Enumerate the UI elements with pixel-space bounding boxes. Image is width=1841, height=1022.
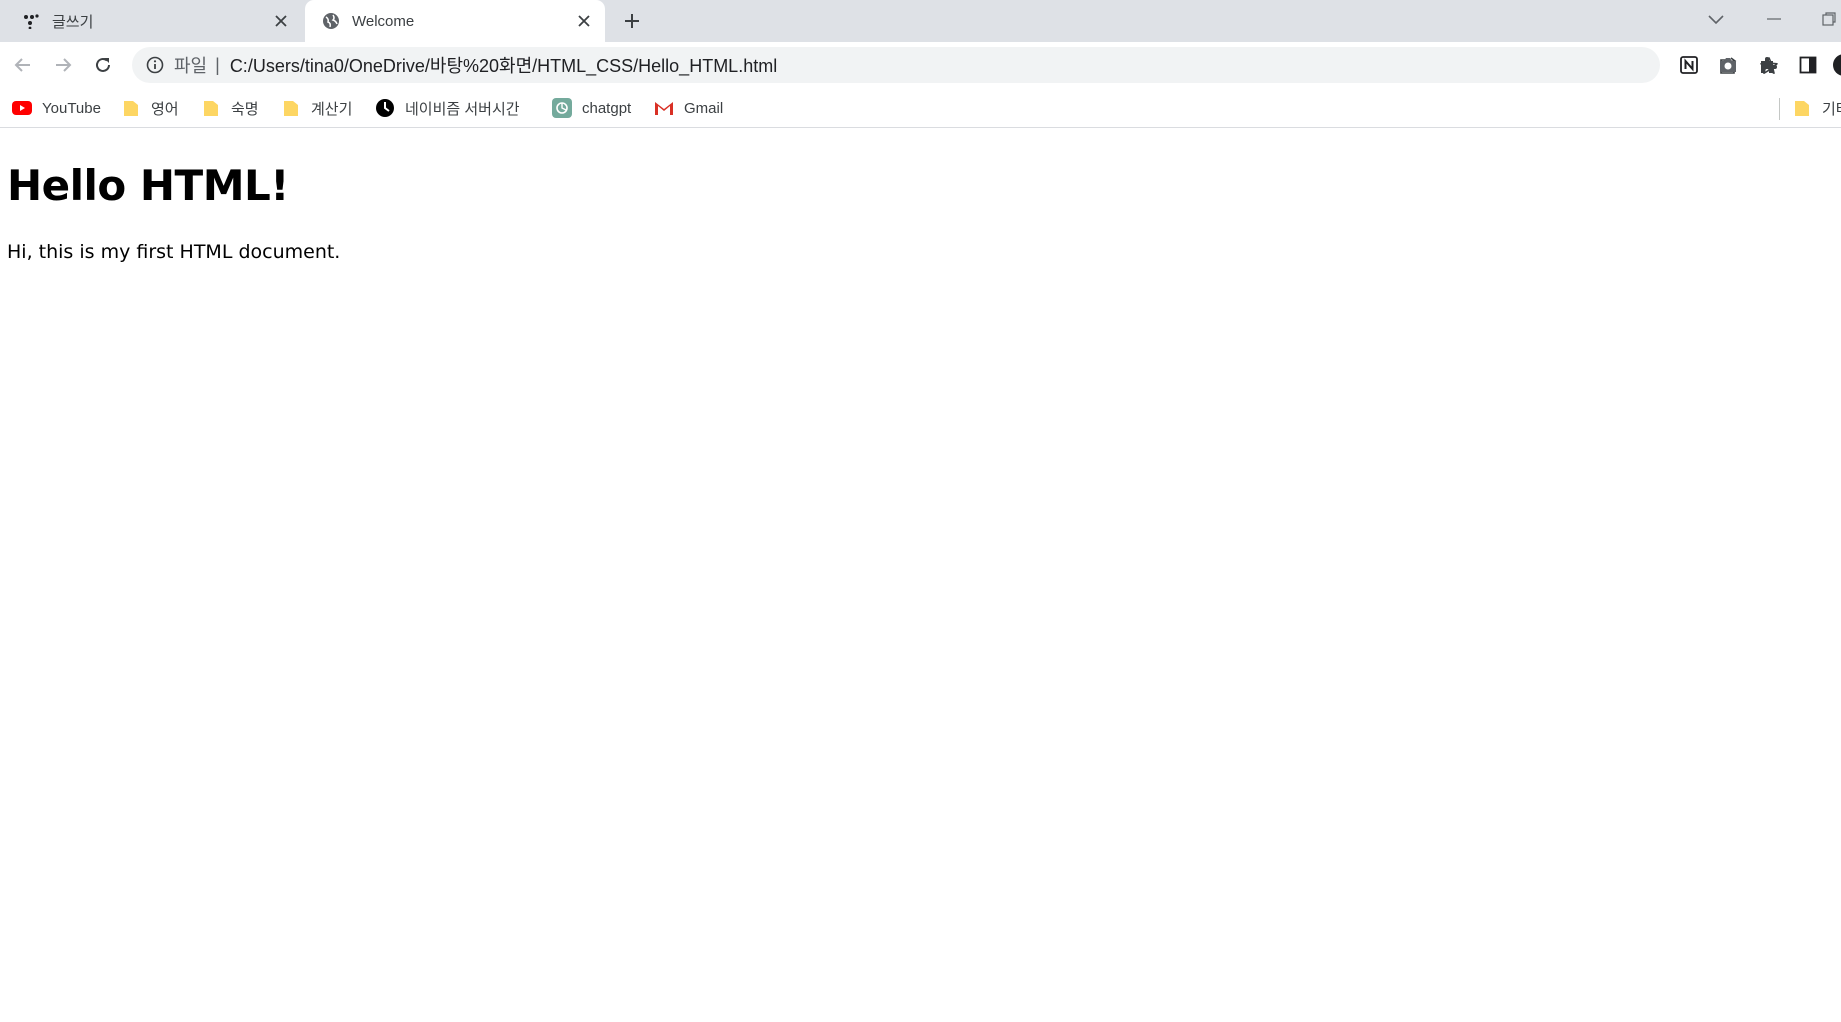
notion-icon [1680, 56, 1698, 74]
new-tab-button[interactable] [619, 8, 645, 34]
profile-avatar[interactable] [1832, 53, 1841, 77]
page-paragraph: Hi, this is my first HTML document. [7, 241, 341, 263]
close-icon [578, 15, 590, 27]
screenshot-extension-button[interactable] [1716, 53, 1740, 77]
bookmark-server-time[interactable]: 네이비즘 서버시간 [375, 94, 520, 122]
url-scheme-label: 파일 [174, 56, 208, 76]
gmail-icon [654, 98, 674, 118]
bookmark-youtube[interactable]: YouTube [12, 94, 101, 122]
folder-icon [201, 98, 221, 118]
bookmark-folder-other[interactable]: 기타 [1792, 94, 1841, 122]
reload-icon [96, 57, 110, 72]
folder-icon [281, 98, 301, 118]
globe-icon [322, 12, 340, 30]
clock-icon [375, 98, 395, 118]
camera-icon [1720, 58, 1736, 72]
plus-icon [625, 14, 639, 28]
close-tab-button[interactable] [573, 10, 595, 32]
bookmarks-divider [1779, 98, 1780, 120]
tab-title: Welcome [352, 12, 415, 30]
forward-button[interactable] [48, 50, 78, 80]
close-icon [275, 15, 287, 27]
bookmark-chatgpt[interactable]: chatgpt [552, 94, 631, 122]
url-separator: | [215, 54, 220, 75]
bookmark-label: 기타 [1822, 100, 1841, 118]
bookmark-label: 영어 [151, 100, 179, 118]
app-dots-icon [22, 12, 40, 30]
page-viewport: Hello HTML! Hi, this is my first HTML do… [0, 129, 1841, 1022]
bookmark-label: 계산기 [311, 100, 353, 118]
folder-icon [121, 98, 141, 118]
bookmark-folder-sookmyung[interactable]: 숙명 [201, 94, 259, 122]
extensions-button[interactable] [1756, 53, 1780, 77]
notion-extension-button[interactable] [1677, 53, 1701, 77]
close-tab-button[interactable] [270, 10, 292, 32]
restore-window-button[interactable] [1816, 6, 1841, 32]
bookmark-label: 네이비즘 서버시간 [405, 100, 520, 118]
folder-icon [1792, 98, 1812, 118]
tab-title: 글쓰기 [52, 13, 94, 31]
minimize-window-button[interactable] [1760, 6, 1788, 32]
page-heading: Hello HTML! [7, 161, 289, 210]
chatgpt-icon [552, 98, 572, 118]
chevron-down-icon [1708, 15, 1724, 25]
bookmark-gmail[interactable]: Gmail [654, 94, 723, 122]
info-icon[interactable] [144, 54, 166, 76]
youtube-icon [12, 98, 32, 118]
bookmark-label: 숙명 [231, 100, 259, 118]
restore-icon [1821, 12, 1836, 26]
minimize-icon [1767, 18, 1781, 20]
back-button[interactable] [8, 50, 38, 80]
side-panel-icon [1799, 56, 1817, 74]
url-text[interactable]: C:/Users/tina0/OneDrive/바탕%20화면/HTML_CSS… [230, 52, 777, 78]
tab-strip: 글쓰기 Welcome [0, 0, 1841, 42]
browser-toolbar: 파일 | C:/Users/tina0/OneDrive/바탕%20화면/HTM… [0, 42, 1841, 88]
bookmark-label: YouTube [42, 99, 101, 117]
bookmarks-bar: YouTube 영어 숙명 계산기 네이비즘 서버시간 chatgpt Gmai… [0, 88, 1841, 128]
reload-button[interactable] [88, 50, 118, 80]
bookmark-label: Gmail [684, 99, 724, 117]
address-bar[interactable]: 파일 | C:/Users/tina0/OneDrive/바탕%20화면/HTM… [132, 47, 1778, 83]
tab-welcome[interactable]: Welcome [305, 0, 605, 42]
bookmark-folder-calculator[interactable]: 계산기 [281, 94, 352, 122]
arrow-left-icon [14, 58, 30, 72]
side-panel-button[interactable] [1796, 53, 1820, 77]
tab-search-button[interactable] [1704, 8, 1728, 32]
bookmark-label: chatgpt [582, 99, 632, 117]
tab-writing[interactable]: 글쓰기 [0, 0, 302, 42]
arrow-right-icon [56, 58, 72, 72]
puzzle-icon [1761, 57, 1777, 73]
bookmark-folder-english[interactable]: 영어 [121, 94, 179, 122]
avatar-icon [1833, 54, 1841, 76]
